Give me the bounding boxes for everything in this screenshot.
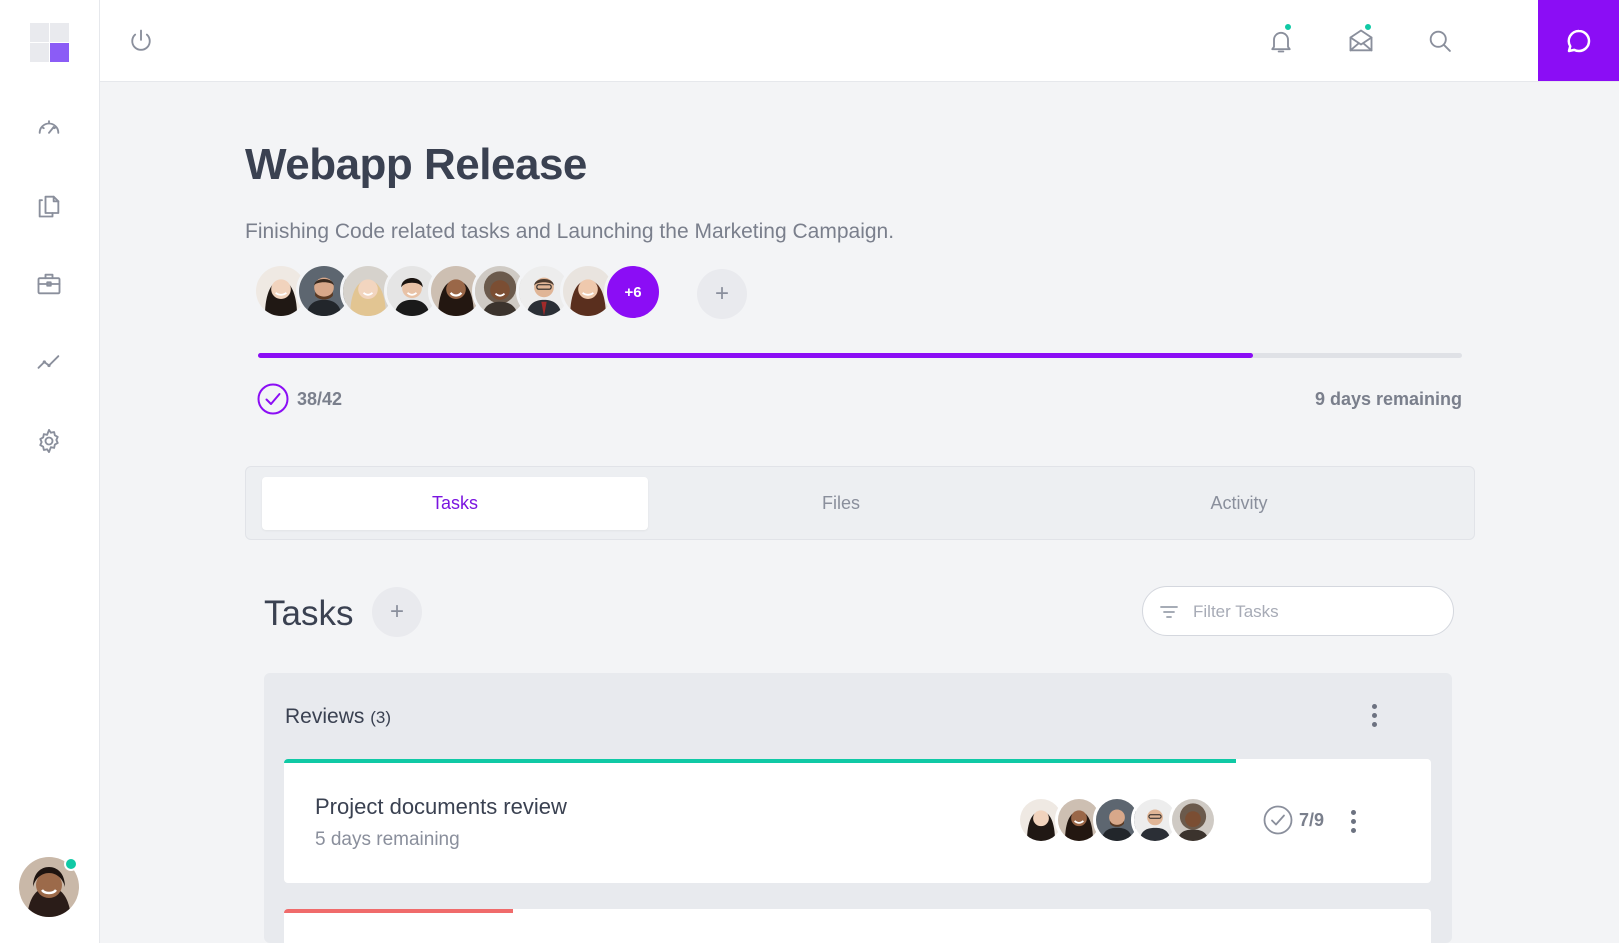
search-icon[interactable]: [1426, 27, 1454, 55]
mail-dot: [1363, 22, 1373, 32]
task-progress-bar: [284, 759, 1236, 763]
filter-tasks-field: [1142, 586, 1454, 636]
group-title: Reviews (3): [285, 705, 391, 729]
filter-tasks-input[interactable]: [1193, 597, 1433, 627]
topbar: [100, 0, 1619, 82]
sidebar: [0, 0, 100, 943]
filter-icon: [1160, 606, 1178, 618]
project-tabs: Tasks Files Activity: [245, 466, 1475, 540]
task-subtask-count: 7/9: [1299, 810, 1325, 830]
briefcase-icon[interactable]: [34, 269, 64, 299]
tab-files[interactable]: Files: [648, 477, 1034, 530]
task-card[interactable]: Project documents review 5 days remainin…: [284, 759, 1431, 883]
group-more-options-icon[interactable]: [1364, 701, 1384, 729]
check-circle-icon: [1263, 805, 1293, 835]
tasks-heading: Tasks: [264, 594, 354, 633]
days-remaining: 9 days remaining: [1314, 389, 1462, 409]
documents-icon[interactable]: [34, 191, 64, 221]
task-name[interactable]: Project documents review: [315, 794, 567, 820]
check-circle-icon: [257, 383, 289, 415]
tab-activity[interactable]: Activity: [1034, 477, 1444, 530]
analytics-icon[interactable]: [34, 347, 64, 377]
group-count: (3): [370, 708, 391, 727]
dashboard-icon[interactable]: [34, 112, 64, 142]
notification-dot: [1283, 22, 1293, 32]
task-progress-bar: [284, 909, 514, 913]
tasks-done-count: 38/42: [297, 389, 343, 409]
chat-icon: [1567, 29, 1590, 52]
task-card[interactable]: [284, 909, 1431, 943]
group-title-label: Reviews: [285, 705, 365, 728]
add-member-button[interactable]: +: [697, 269, 747, 319]
mail-icon[interactable]: [1347, 27, 1375, 55]
power-icon[interactable]: [127, 27, 155, 55]
project-title: Webapp Release: [245, 140, 587, 189]
project-description: Finishing Code related tasks and Launchi…: [245, 220, 895, 243]
project-progress-bar: [258, 353, 1462, 358]
notification-bell-icon[interactable]: [1267, 27, 1295, 55]
tab-tasks[interactable]: Tasks: [262, 477, 648, 530]
settings-icon[interactable]: [34, 426, 64, 456]
more-members-badge[interactable]: +6: [604, 263, 662, 321]
online-status-dot: [64, 857, 78, 871]
chat-button[interactable]: [1538, 0, 1619, 81]
avatar[interactable]: [1169, 796, 1217, 844]
project-progress-fill: [258, 353, 1253, 358]
task-more-options-icon[interactable]: [1343, 807, 1363, 835]
task-remaining: 5 days remaining: [315, 829, 460, 850]
task-group-reviews: Reviews (3) Project documents review 5 d…: [264, 673, 1452, 943]
add-task-button[interactable]: +: [372, 587, 422, 637]
logo-icon[interactable]: [30, 23, 69, 62]
